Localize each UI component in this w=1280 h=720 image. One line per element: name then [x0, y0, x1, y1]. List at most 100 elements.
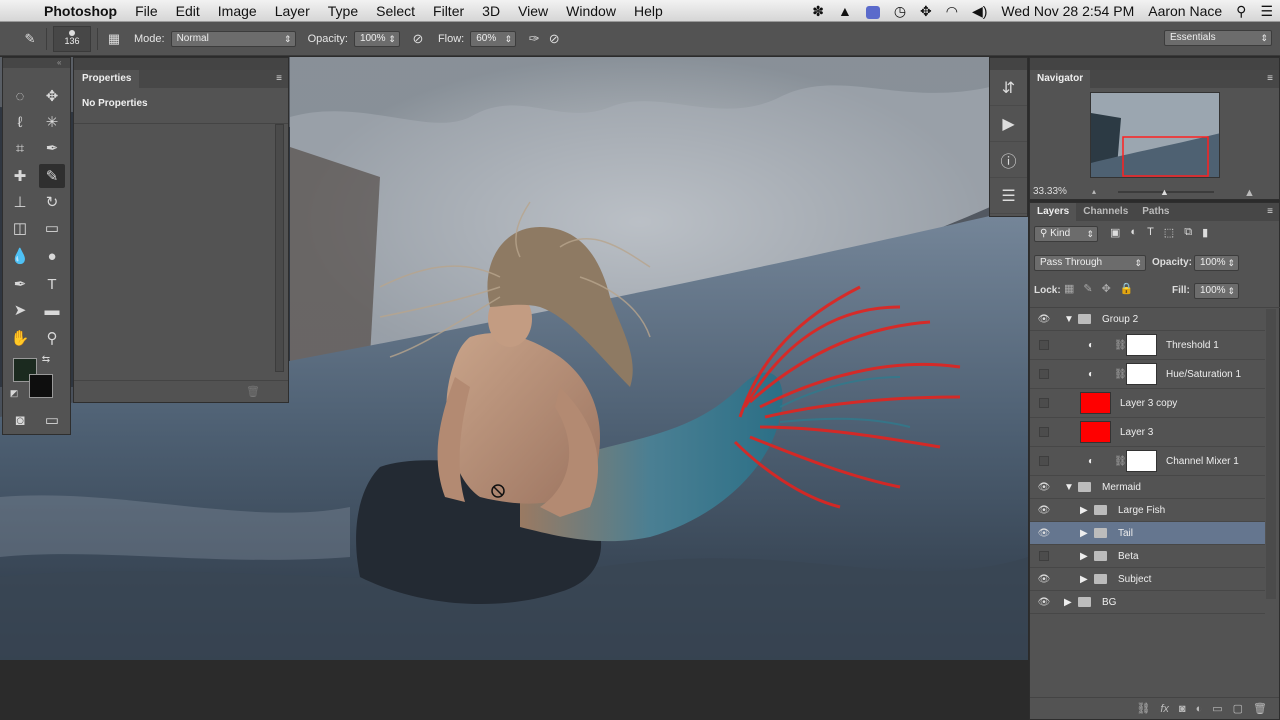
brush-size-picker[interactable]: 136	[53, 25, 91, 52]
gradient-tool-icon[interactable]: ▭	[39, 216, 65, 240]
add-mask-icon[interactable]: ◙	[1179, 703, 1186, 715]
disclosure-open-icon[interactable]: ▼	[1064, 314, 1074, 325]
clone-stamp-icon[interactable]: ⊥	[7, 190, 33, 214]
delete-layer-icon[interactable]: 🗑	[1253, 702, 1267, 715]
fill-input[interactable]: 100%	[1194, 283, 1239, 299]
crop-tool-icon[interactable]: ⌗	[7, 136, 33, 160]
zoom-in-icon[interactable]: ▲	[1244, 187, 1255, 199]
layer-row-tail[interactable]: 👁 ▶ Tail	[1030, 522, 1265, 545]
drive-icon[interactable]: ▲	[831, 3, 859, 19]
path-selection-icon[interactable]: ➤	[7, 298, 33, 322]
type-tool-icon[interactable]: T	[39, 272, 65, 296]
zoom-slider-handle[interactable]: ▲	[1160, 187, 1169, 197]
visibility-toggle[interactable]	[1039, 369, 1049, 379]
default-colors-icon[interactable]: ◩	[7, 386, 21, 400]
panel-menu-icon[interactable]: ≡	[1267, 203, 1279, 221]
menu-layer[interactable]: Layer	[266, 3, 319, 19]
new-group-icon[interactable]: ▭	[1212, 702, 1222, 715]
shape-tool-icon[interactable]: ▬	[39, 298, 65, 322]
tools-panel-header[interactable]: «	[3, 58, 70, 68]
menu-view[interactable]: View	[509, 3, 557, 19]
flow-input[interactable]: 60%	[470, 30, 517, 47]
blur-tool-icon[interactable]: 💧	[7, 244, 33, 268]
marquee-tool-icon[interactable]: ◌	[7, 84, 33, 108]
menu-3d[interactable]: 3D	[473, 3, 509, 19]
app-status-icon[interactable]	[859, 3, 887, 19]
tab-layers[interactable]: Layers	[1030, 203, 1077, 221]
pen-tool-icon[interactable]: ✒	[7, 272, 33, 296]
disclosure-closed-icon[interactable]: ▶	[1064, 597, 1072, 608]
filter-shape-icon[interactable]: ⬚	[1164, 226, 1174, 239]
link-icon[interactable]: ⛓	[1114, 369, 1127, 380]
menu-image[interactable]: Image	[209, 3, 266, 19]
notification-list-icon[interactable]: ☰	[1253, 3, 1280, 20]
workspace-select[interactable]: Essentials	[1164, 30, 1272, 46]
disclosure-open-icon[interactable]: ▼	[1064, 482, 1074, 493]
navigator-zoom-value[interactable]: 33.33%	[1033, 186, 1067, 197]
filter-toggle-icon[interactable]: ▮	[1202, 226, 1208, 239]
disclosure-closed-icon[interactable]: ▶	[1080, 505, 1088, 516]
app-menu[interactable]: Photoshop	[40, 3, 126, 19]
visibility-toggle[interactable]	[1039, 456, 1049, 466]
screen-mode-icon[interactable]: ▭	[39, 408, 65, 432]
brush-panel-toggle-icon[interactable]: ▦	[104, 29, 124, 49]
layer-style-fx-icon[interactable]: fx	[1160, 703, 1169, 715]
time-machine-icon[interactable]: ◷	[887, 3, 913, 20]
strip-header[interactable]	[990, 58, 1027, 70]
layer-row-layer-3[interactable]: Layer 3	[1030, 418, 1265, 447]
layers-scrollbar[interactable]	[1266, 309, 1276, 599]
visibility-eye-icon[interactable]: 👁	[1036, 597, 1052, 608]
layer-filter-select[interactable]: ⚲ Kind	[1034, 226, 1098, 242]
new-adjustment-icon[interactable]: ◐	[1196, 703, 1203, 715]
disclosure-closed-icon[interactable]: ▶	[1080, 528, 1088, 539]
disclosure-closed-icon[interactable]: ▶	[1080, 551, 1088, 562]
volume-icon[interactable]: ◀)	[965, 3, 994, 20]
layer-row-large-fish[interactable]: 👁 ▶ Large Fish	[1030, 499, 1265, 522]
panel-menu-icon[interactable]: ≡	[276, 70, 288, 88]
filter-pixel-icon[interactable]: ▣	[1110, 226, 1120, 239]
menu-help[interactable]: Help	[625, 3, 672, 19]
tab-channels[interactable]: Channels	[1076, 203, 1135, 221]
panel-menu-icon[interactable]: ≡	[1267, 70, 1279, 88]
disclosure-closed-icon[interactable]: ▶	[1080, 574, 1088, 585]
move-tool-icon[interactable]: ✥	[39, 84, 65, 108]
history-brush-icon[interactable]: ↻	[39, 190, 65, 214]
link-icon[interactable]: ⛓	[1114, 456, 1127, 467]
filter-adjustment-icon[interactable]: ◐	[1130, 226, 1137, 239]
history-icon[interactable]: ⇵	[990, 70, 1027, 106]
lock-all-icon[interactable]: 🔒	[1120, 282, 1134, 295]
tab-paths[interactable]: Paths	[1135, 203, 1176, 221]
visibility-toggle[interactable]	[1039, 398, 1049, 408]
spotlight-search-icon[interactable]: ⚲	[1229, 3, 1253, 20]
tab-navigator[interactable]: Navigator	[1030, 70, 1091, 88]
lock-pixels-icon[interactable]: ✎	[1083, 282, 1092, 295]
menu-file[interactable]: File	[126, 3, 167, 19]
visibility-eye-icon[interactable]: 👁	[1036, 314, 1052, 325]
layer-row-layer-3-copy[interactable]: Layer 3 copy	[1030, 389, 1265, 418]
brush-tool-preset-icon[interactable]: ✎	[20, 29, 40, 49]
mode-select[interactable]: Normal	[170, 30, 296, 47]
visibility-eye-icon[interactable]: 👁	[1036, 574, 1052, 585]
info-icon[interactable]: ⓘ	[990, 142, 1027, 178]
visibility-toggle[interactable]	[1039, 551, 1049, 561]
menu-edit[interactable]: Edit	[167, 3, 209, 19]
link-layers-icon[interactable]: ⛓	[1136, 702, 1150, 715]
dodge-tool-icon[interactable]: ●	[39, 244, 65, 268]
quick-mask-icon[interactable]: ◙	[7, 408, 33, 432]
swap-colors-icon[interactable]: ⇆	[39, 352, 53, 366]
opacity-input[interactable]: 100%	[353, 30, 400, 47]
move-icon[interactable]: ✥	[913, 3, 939, 20]
visibility-eye-icon[interactable]: 👁	[1036, 528, 1052, 539]
lock-position-icon[interactable]: ✥	[1102, 282, 1111, 295]
visibility-eye-icon[interactable]: 👁	[1036, 505, 1052, 516]
eyedropper-icon[interactable]: ✒	[39, 136, 65, 160]
menubar-clock[interactable]: Wed Nov 28 2:54 PM	[994, 3, 1141, 19]
menu-window[interactable]: Window	[557, 3, 625, 19]
healing-brush-icon[interactable]: ✚	[7, 164, 33, 188]
zoom-tool-icon[interactable]: ⚲	[39, 326, 65, 350]
adjustments-icon[interactable]: ☰	[990, 178, 1027, 214]
menu-filter[interactable]: Filter	[424, 3, 473, 19]
pressure-opacity-icon[interactable]: ⊘	[408, 29, 428, 49]
pressure-size-icon[interactable]: ⊘	[544, 29, 564, 49]
menu-type[interactable]: Type	[319, 3, 367, 19]
